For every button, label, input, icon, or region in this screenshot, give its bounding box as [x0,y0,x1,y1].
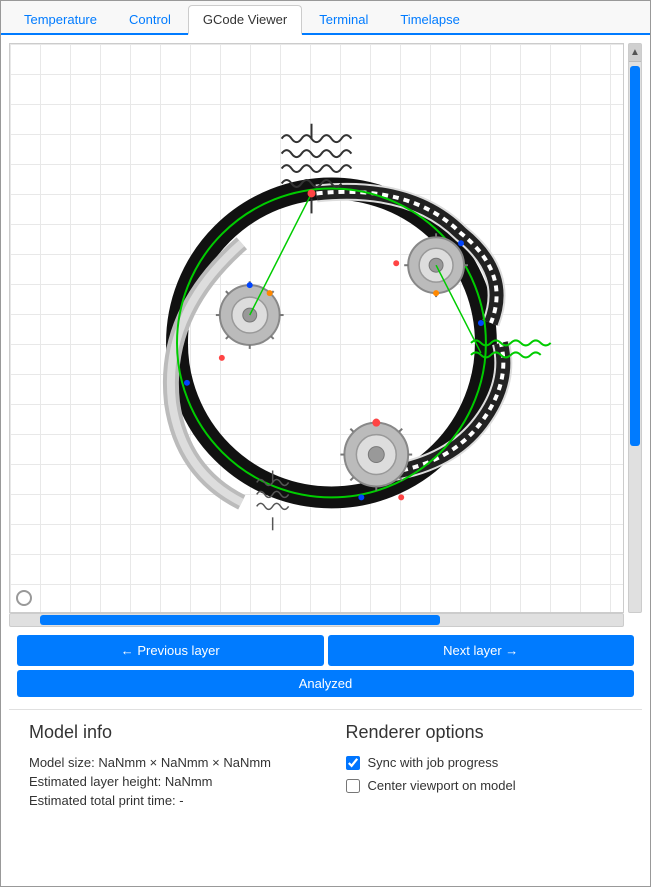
horizontal-scrollbar-container [9,613,624,627]
prev-layer-button[interactable]: ← Previous layer [17,635,324,666]
vertical-scrollbar-thumb[interactable] [630,66,640,446]
horizontal-scrollbar-thumb[interactable] [40,615,440,625]
print-time-label: Estimated total print time: - [29,793,184,808]
scrollbar-up-arrow[interactable]: ▲ [629,44,641,62]
horizontal-scrollbar[interactable] [9,613,624,627]
tab-timelapse[interactable]: Timelapse [385,5,474,33]
layer-height-label: Estimated layer height: NaNmm [29,774,213,789]
model-size-line: Model size: NaNmm × NaNmm × NaNmm [29,755,326,770]
controls-area: ← Previous layer Next layer → Analyzed [9,627,642,701]
layer-height-line: Estimated layer height: NaNmm [29,774,326,789]
sync-with-job-label: Sync with job progress [368,755,499,770]
vertical-scrollbar[interactable]: ▲ [628,43,642,613]
layer-buttons: ← Previous layer Next layer → [17,635,634,666]
model-size-label: Model size: NaNmm × NaNmm × NaNmm [29,755,271,770]
center-viewport-checkbox[interactable] [346,779,360,793]
viewer-container: ▲ ← Previous layer Next layer → Analyzed [1,35,650,709]
tab-terminal[interactable]: Terminal [304,5,383,33]
corner-circle-icon [16,590,32,606]
tab-temperature[interactable]: Temperature [9,5,112,33]
tab-bar: Temperature Control GCode Viewer Termina… [1,1,650,35]
sync-with-job-checkbox[interactable] [346,756,360,770]
viewer-wrapper: ▲ [9,43,642,613]
analyzed-button[interactable]: Analyzed [17,670,634,697]
center-viewport-label: Center viewport on model [368,778,516,793]
center-viewport-row: Center viewport on model [346,778,643,793]
model-info-section: Model info Model size: NaNmm × NaNmm × N… [29,722,326,812]
print-time-line: Estimated total print time: - [29,793,326,808]
info-sections: Model info Model size: NaNmm × NaNmm × N… [1,710,650,824]
renderer-options-section: Renderer options Sync with job progress … [346,722,643,812]
gcode-canvas[interactable] [9,43,624,613]
renderer-options-heading: Renderer options [346,722,643,743]
gcode-visualization [10,44,623,612]
tab-gcode-viewer[interactable]: GCode Viewer [188,5,302,35]
tab-control[interactable]: Control [114,5,186,33]
model-info-heading: Model info [29,722,326,743]
sync-with-job-row: Sync with job progress [346,755,643,770]
next-layer-button[interactable]: Next layer → [328,635,635,666]
